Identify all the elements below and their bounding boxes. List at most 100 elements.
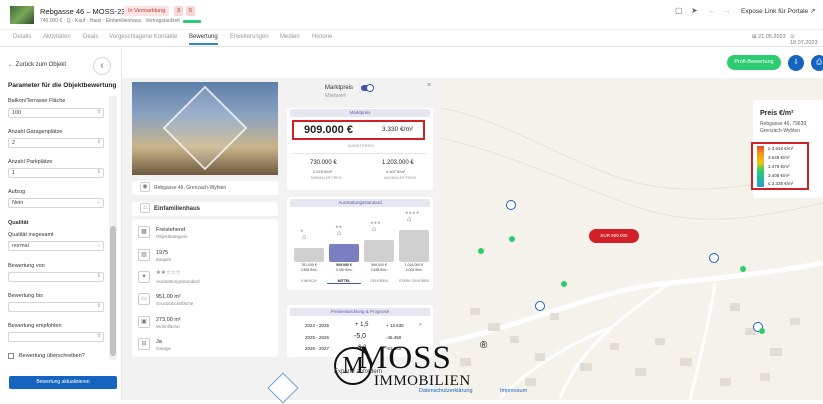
standard-bar[interactable] <box>364 240 394 262</box>
trend-up-icon: ↗ <box>418 322 422 327</box>
house-icon: ⌂ <box>302 234 307 241</box>
field-label: Anzahl Parkplätze <box>8 159 53 165</box>
price-marker[interactable]: EUR 909.000 <box>589 229 639 243</box>
stepper-icon[interactable]: ⇕ <box>97 333 101 339</box>
address-text: Rebgasse 46, Grenzach-Wyhlen <box>154 185 227 191</box>
stepper-icon[interactable]: ⇕ <box>97 169 101 175</box>
stars-icon: ★★★ <box>370 220 381 225</box>
quality-icon: ✦ <box>138 271 150 283</box>
stars-icon: ★★★★ <box>405 210 420 215</box>
tab-details[interactable]: Details <box>13 34 31 40</box>
living-area-icon: ▣ <box>138 316 150 328</box>
detail-label: Baujahr <box>156 257 172 262</box>
tab-historie[interactable]: Historie <box>312 34 332 40</box>
standard-bar[interactable] <box>294 248 324 262</box>
tab-medien[interactable]: Medien <box>280 34 300 40</box>
min-price-sqm: 2.676 €/m² <box>313 169 333 174</box>
divider <box>292 153 426 154</box>
side-road <box>688 282 717 400</box>
count-badge-a: 3 <box>174 6 184 16</box>
stepper-icon[interactable]: ⇕ <box>97 139 101 145</box>
valuation-recommended-input[interactable]: ⇕ <box>8 332 104 342</box>
market-price-value: 909.000 € <box>304 124 353 136</box>
field-label: Bewertung von <box>8 263 45 269</box>
override-checkbox[interactable] <box>8 353 14 359</box>
imprint-link[interactable]: Impressum <box>500 388 527 394</box>
poi-marker[interactable] <box>506 200 516 210</box>
property-thumbnail[interactable] <box>10 6 34 24</box>
scrollbar-thumb[interactable] <box>110 226 116 356</box>
balcony-area-input[interactable]: 100 ⇕ <box>8 108 104 118</box>
stepper-icon[interactable]: ⇕ <box>97 273 101 279</box>
subtitle-text: 745.000 € · Q · Kauf · Haus · Einfamilie… <box>40 18 142 24</box>
standard-bar[interactable] <box>329 244 359 262</box>
field-value: 1 <box>12 170 16 176</box>
download-icon[interactable]: ⇩ <box>788 55 804 71</box>
property-title: Rebgasse 46 – MOSS-2390 <box>40 7 134 16</box>
market-price-label: MARKTPREIS <box>348 143 375 148</box>
detail-value: 951,00 m² <box>156 294 181 300</box>
garage-count-input[interactable]: 2 ⇕ <box>8 138 104 148</box>
tab-erweiterungen[interactable]: Erweiterungen <box>230 34 269 40</box>
standard-sqm: 3.538 €/m² <box>370 268 388 272</box>
arrow-left-icon[interactable]: ← <box>708 6 716 15</box>
standard-sqm: 2.863 €/m² <box>300 268 318 272</box>
min-price-label: MINIMALER PREIS <box>311 176 342 180</box>
expose-link[interactable]: Expose Link für Portale ↗ <box>741 7 815 15</box>
message-icon[interactable]: ▢ <box>675 6 683 15</box>
detail-label: Garage <box>156 346 172 351</box>
green-poi-dot[interactable] <box>759 328 765 334</box>
count-badge-b: 5 <box>186 6 196 16</box>
tab-aktivitaeten[interactable]: Aktivitäten <box>43 34 71 40</box>
toggle-knob[interactable] <box>366 84 374 92</box>
back-link[interactable]: ← Zurück zum Objekt <box>8 62 66 68</box>
legend-value: 3.548 €/m² <box>768 155 790 160</box>
arrow-right-icon[interactable]: → <box>723 6 731 15</box>
detail-value: Freistehend <box>156 227 186 233</box>
field-label: Bewertung empfohlen <box>8 323 62 329</box>
quality-select[interactable]: normal ⌄ <box>8 241 104 251</box>
forecast-header: Preisentwicklung & Prognose <box>290 308 430 316</box>
legend-value: 3.408 €/m² <box>768 173 790 178</box>
valuation-from-input[interactable]: ⇕ <box>8 272 104 282</box>
tab-bewertung[interactable]: Bewertung <box>189 34 218 45</box>
poi-marker[interactable] <box>709 253 719 263</box>
close-icon[interactable]: × <box>427 82 431 89</box>
field-label: Bewertung bis <box>8 293 43 299</box>
house-icon: ⌂ <box>407 216 412 223</box>
house-icon: ⌂ <box>337 230 342 237</box>
green-poi-dot[interactable] <box>509 236 515 242</box>
standard-label: MITTEL <box>327 279 361 284</box>
field-label: Qualität insgesamt <box>8 232 54 238</box>
valuation-to-input[interactable]: ⇕ <box>8 302 104 312</box>
parking-count-input[interactable]: 1 ⇕ <box>8 168 104 178</box>
print-icon[interactable]: ⎙ <box>811 55 823 71</box>
standard-value: 966.000 € <box>371 263 387 267</box>
legend-value: ≤ 3.338 €/m² <box>768 181 794 186</box>
green-poi-dot[interactable] <box>561 281 567 287</box>
poi-marker[interactable] <box>535 301 545 311</box>
forecast-pct: + 1,5 <box>355 322 369 328</box>
tab-kontakte[interactable]: Vorgeschlagene Kontakte <box>109 34 177 40</box>
field-label: Balkon/Terrasse Fläche <box>8 98 66 104</box>
stars-icon: ★★ <box>335 224 343 229</box>
green-poi-dot[interactable] <box>478 248 484 254</box>
green-poi-dot[interactable] <box>740 266 746 272</box>
pro-valuation-button[interactable]: Profi-Bewertung <box>727 55 781 70</box>
stepper-icon[interactable]: ⇕ <box>97 303 101 309</box>
override-label: Bewertung überschreiben? <box>19 353 85 359</box>
update-valuation-button[interactable]: Bewertung aktualisieren <box>9 376 117 389</box>
standard-bar[interactable] <box>399 230 429 262</box>
stepper-icon[interactable]: ⇕ <box>97 109 101 115</box>
elevator-select[interactable]: Nein ⌄ <box>8 198 104 208</box>
status-badge[interactable]: In Vermarktung <box>124 6 170 16</box>
legend-value: 3.478 €/m² <box>768 164 790 169</box>
sidebar-title: Parameter für die Objektbewertung <box>8 82 117 89</box>
collapse-sidebar-button[interactable]: ‹ <box>93 57 111 75</box>
immobilien-logo-text: IMMOBILIEN <box>374 373 471 389</box>
tab-deals[interactable]: Deals <box>83 34 98 40</box>
detail-value: Ja <box>156 339 162 345</box>
side-road <box>558 281 671 399</box>
build-year-icon: ▤ <box>138 249 150 261</box>
send-icon[interactable]: ➤ <box>691 6 698 15</box>
